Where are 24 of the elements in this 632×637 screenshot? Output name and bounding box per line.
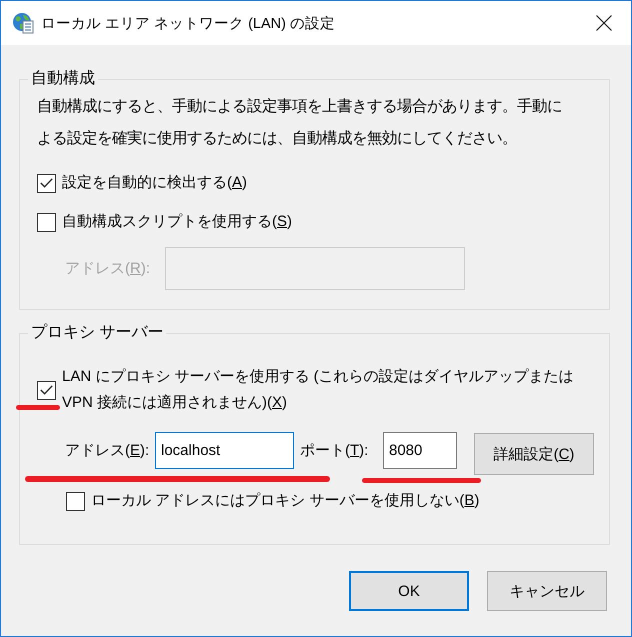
globe-icon	[12, 12, 34, 34]
group-title: プロキシ サーバー	[30, 322, 164, 343]
checkmark-icon	[40, 385, 53, 395]
checkbox-label[interactable]: 設定を自動的に検出する(A)	[62, 171, 248, 195]
checkmark-icon	[40, 178, 53, 188]
checkbox-label[interactable]: LAN にプロキシ サーバーを使用する (これらの設定はダイヤルアップまたは VPN 接続には適用されません)(X)	[62, 364, 601, 416]
field-label: アドレス(R):	[65, 259, 152, 278]
checkbox[interactable]	[66, 492, 85, 510]
cancel-button[interactable]: キャンセル	[487, 571, 607, 611]
address-field[interactable]: localhost	[155, 432, 294, 469]
checkbox-label[interactable]: ローカル アドレスにはプロキシ サーバーを使用しない(B)	[91, 489, 480, 513]
close-icon	[596, 15, 612, 31]
ok-button[interactable]: OK	[349, 571, 469, 611]
field-label: ポート(T):	[300, 441, 370, 460]
port-field[interactable]: 8080	[383, 432, 457, 469]
checkbox[interactable]	[37, 212, 56, 232]
group-title: 自動構成	[30, 68, 96, 89]
checkbox[interactable]	[37, 174, 56, 192]
field-label: アドレス(E):	[65, 441, 150, 460]
checkbox[interactable]	[37, 380, 56, 400]
description-text: 自動構成にすると、手動による設定事項を上書きする場合があります。手動による設定を確実に使用するためには、自動構成を無効にしてください。	[37, 97, 563, 149]
checkbox-label[interactable]: 自動構成スクリプトを使用する(S)	[62, 210, 292, 234]
advanced-button[interactable]: 詳細設定(C)	[474, 433, 594, 475]
window-title: ローカル エリア ネットワーク (LAN) の設定	[41, 14, 335, 32]
